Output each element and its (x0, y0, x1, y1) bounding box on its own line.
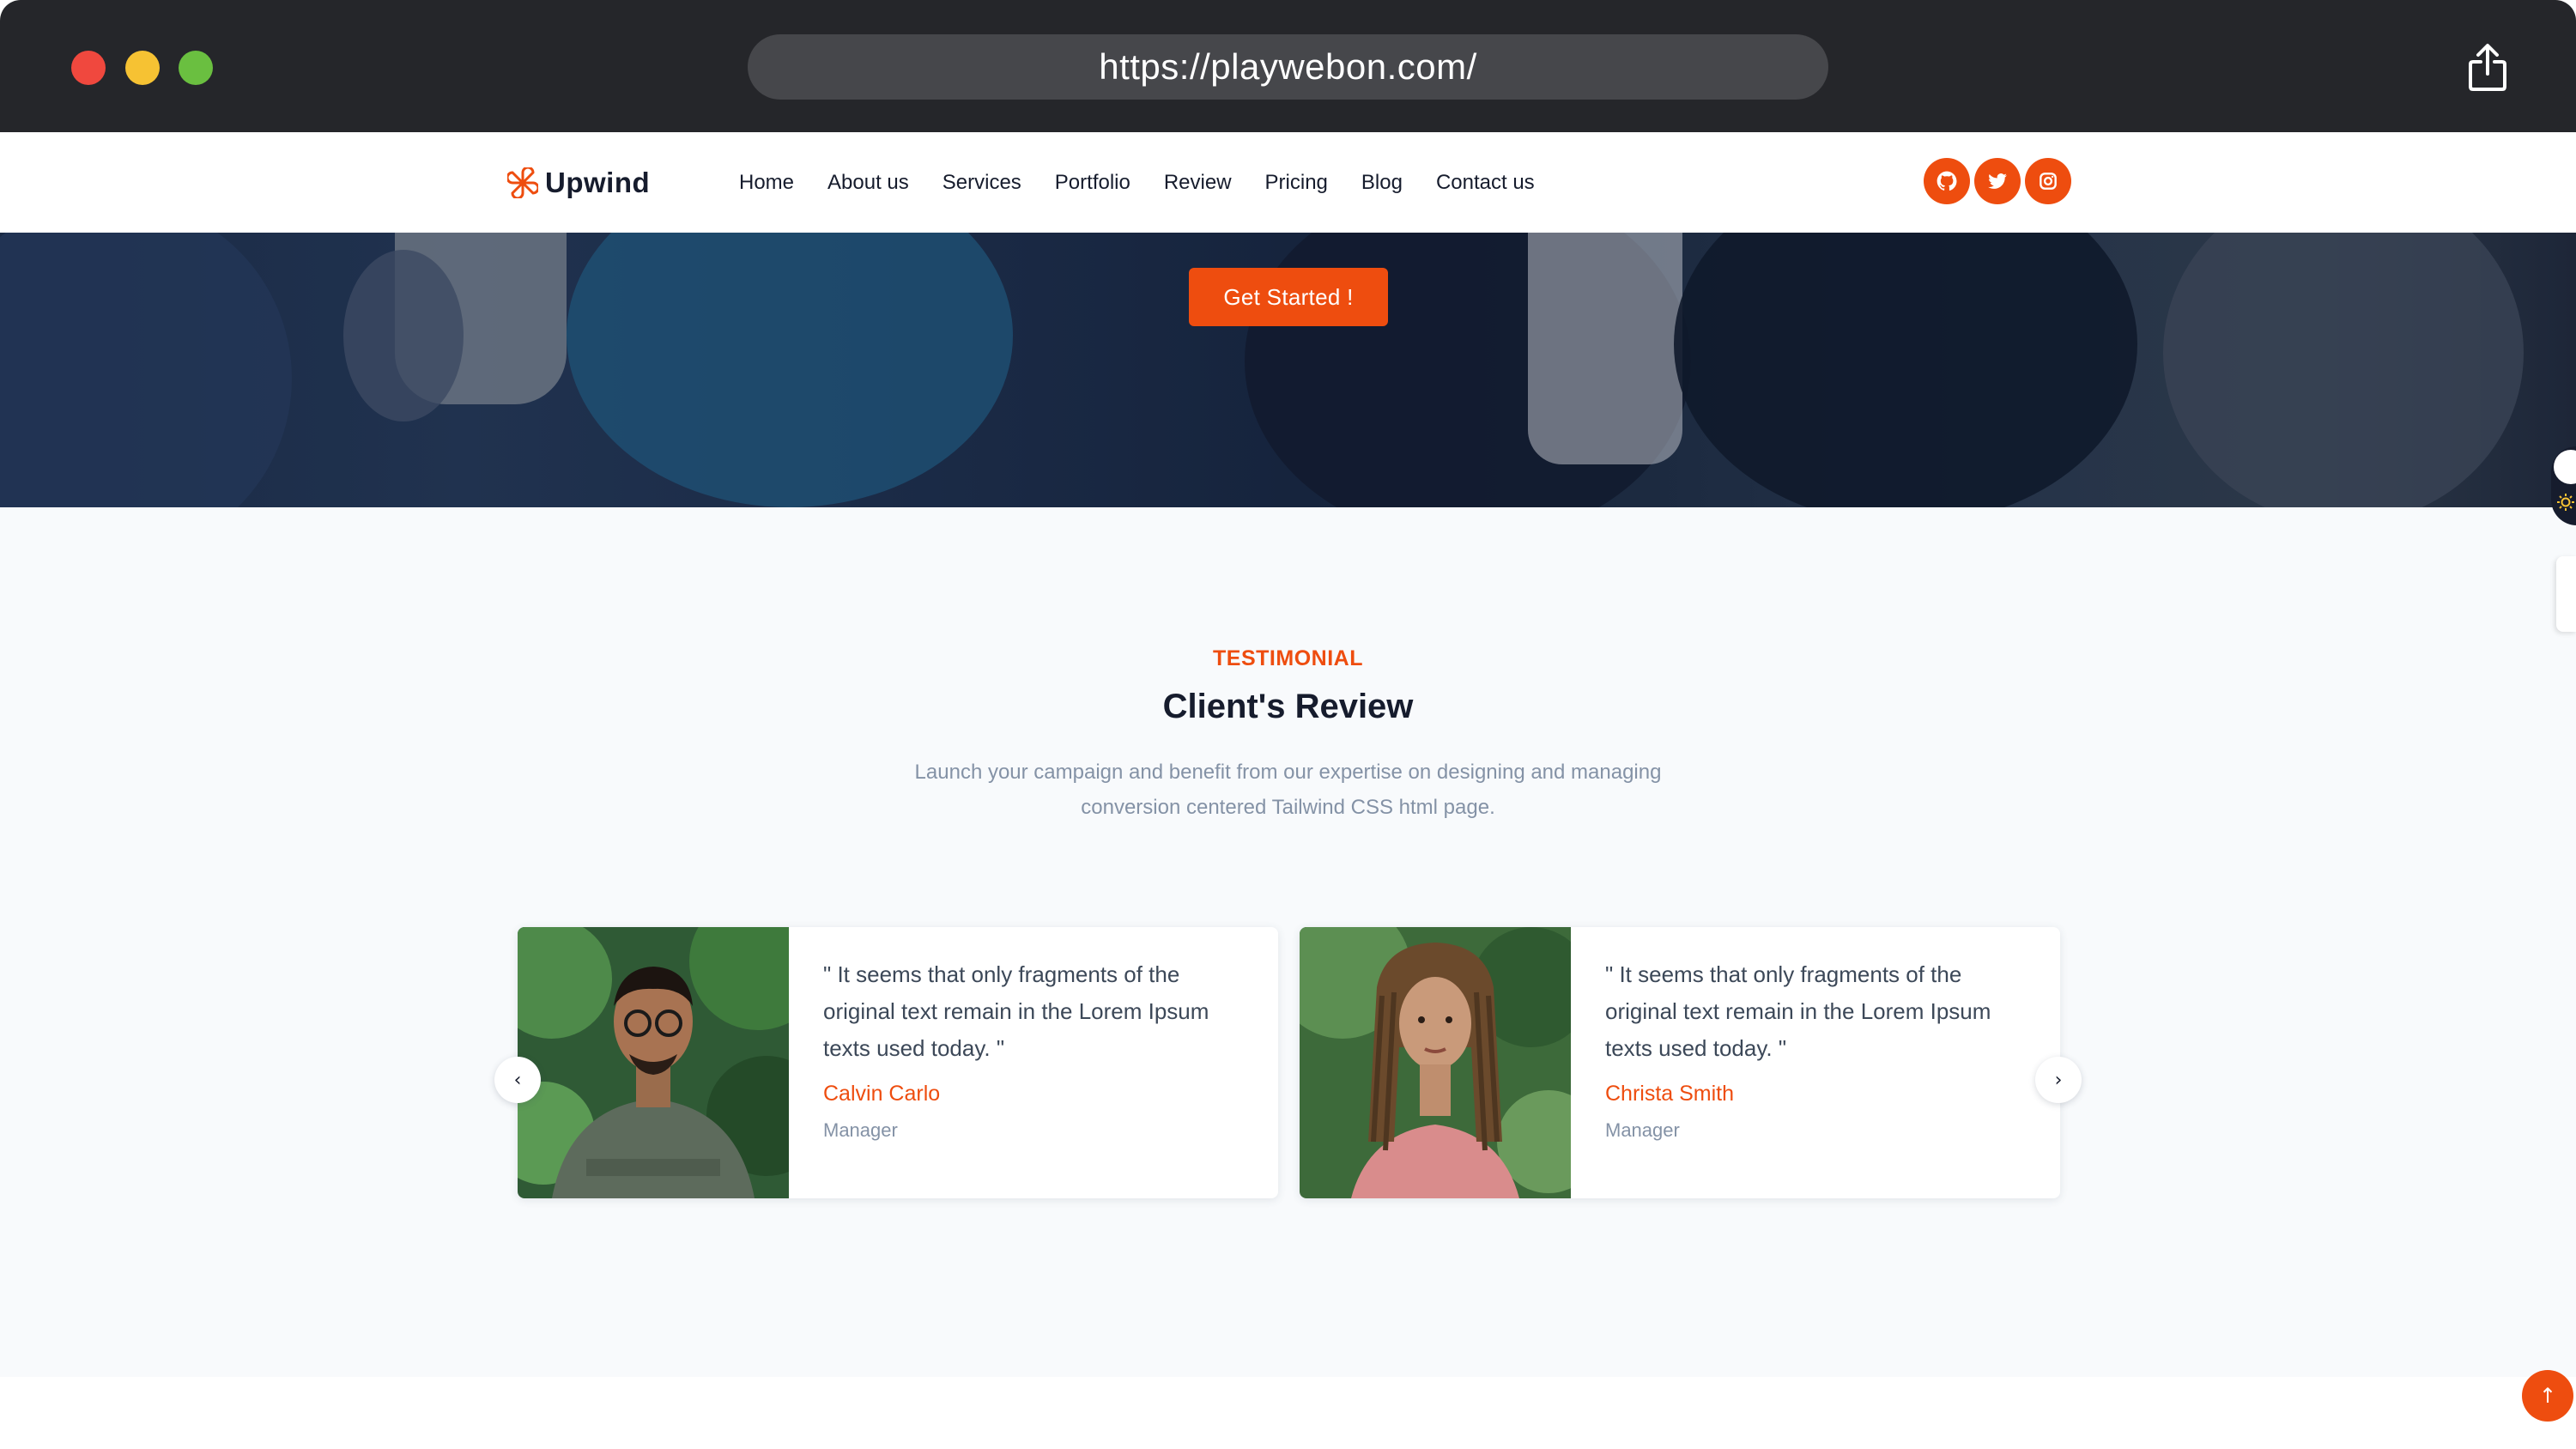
testimonial-quote: " It seems that only fragments of the or… (823, 961, 1209, 1061)
instagram-button[interactable] (2025, 158, 2071, 204)
site-navbar: Upwind Home About us Services Portfolio … (0, 132, 2576, 233)
sun-icon (2557, 494, 2574, 511)
twitter-button[interactable] (1974, 158, 2021, 204)
theme-toggle[interactable] (2551, 446, 2576, 525)
hero-bg-shape (2163, 233, 2524, 507)
browser-chrome: https://playwebon.com/ (0, 0, 2576, 132)
nav-item-review[interactable]: Review (1164, 164, 1232, 202)
carousel-prev-button[interactable]: ‹ (494, 1057, 541, 1103)
nav-item-services[interactable]: Services (943, 164, 1021, 202)
chevron-right-icon: › (2054, 1069, 2063, 1091)
arrow-up-icon: ↑ (2538, 1384, 2557, 1408)
github-button[interactable] (1924, 158, 1970, 204)
nav-item-contact[interactable]: Contact us (1436, 164, 1535, 202)
testimonial-section: TESTIMONIAL Client's Review Launch your … (0, 507, 2576, 1377)
client-role: Manager (1605, 1119, 1680, 1141)
client-photo (1300, 927, 1571, 1198)
nav-item-pricing[interactable]: Pricing (1265, 164, 1328, 202)
chevron-left-icon: ‹ (513, 1069, 522, 1091)
address-bar[interactable]: https://playwebon.com/ (748, 34, 1828, 100)
toggle-knob (2554, 450, 2576, 484)
pinwheel-logo-icon (507, 167, 538, 198)
section-title: Client's Review (1162, 688, 1414, 725)
client-photo (518, 927, 789, 1198)
nav-item-blog[interactable]: Blog (1361, 164, 1403, 202)
hero-bg-shape (1674, 233, 2137, 507)
twitter-icon (1988, 173, 2007, 189)
nav-item-portfolio[interactable]: Portfolio (1055, 164, 1130, 202)
hero-bg-shape (1528, 233, 1682, 464)
hero-bg-shape (567, 233, 1013, 507)
section-description-line: Launch your campaign and benefit from ou… (914, 761, 1662, 784)
brand-logo[interactable]: Upwind (507, 165, 650, 201)
back-to-top-button[interactable]: ↑ (2522, 1370, 2573, 1422)
client-name: Calvin Carlo (823, 1082, 941, 1106)
rtl-toggle[interactable] (2556, 556, 2576, 632)
address-bar-url: https://playwebon.com/ (1099, 46, 1477, 87)
section-eyebrow: TESTIMONIAL (1213, 646, 1363, 670)
hero-bg-shape (0, 233, 292, 507)
minimize-window-button[interactable] (125, 51, 160, 85)
hero-bg-shape (343, 250, 464, 421)
testimonial-quote: " It seems that only fragments of the or… (1605, 961, 1991, 1061)
section-description: Launch your campaign and benefit from ou… (858, 755, 1718, 825)
carousel-next-button[interactable]: › (2035, 1057, 2082, 1103)
nav-item-about[interactable]: About us (827, 164, 909, 202)
testimonial-card: " It seems that only fragments of the or… (1300, 927, 2060, 1198)
instagram-icon (2040, 173, 2057, 190)
section-description-line: conversion centered Tailwind CSS html pa… (1081, 796, 1495, 819)
get-started-button[interactable]: Get Started ! (1189, 268, 1388, 326)
brand-name: Upwind (545, 167, 651, 198)
client-name: Christa Smith (1605, 1082, 1735, 1106)
testimonial-card: " It seems that only fragments of the or… (518, 927, 1278, 1198)
close-window-button[interactable] (71, 51, 106, 85)
client-role: Manager (823, 1119, 898, 1141)
maximize-window-button[interactable] (179, 51, 213, 85)
nav-item-home[interactable]: Home (739, 164, 794, 202)
share-icon[interactable] (2466, 43, 2509, 93)
github-icon (1937, 171, 1957, 191)
hero-banner: Get Started ! (0, 233, 2576, 507)
main-nav: Home About us Services Portfolio Review … (739, 164, 1568, 202)
